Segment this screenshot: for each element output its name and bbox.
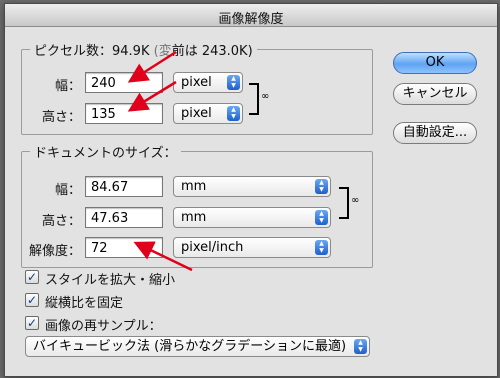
chain-link-icon: ∞ xyxy=(351,195,360,206)
checkmark-icon: ✓ xyxy=(26,316,38,330)
resolution-unit-popup[interactable]: pixel/inch ▲ ▼ xyxy=(173,237,331,258)
doc-width-label: 幅： xyxy=(54,183,81,198)
checkmark-icon: ✓ xyxy=(26,293,38,307)
pixel-width-unit-popup[interactable]: pixel ▲ ▼ xyxy=(173,72,243,93)
popup-arrows-icon: ▲ ▼ xyxy=(227,75,240,90)
pixel-height-unit-text: pixel xyxy=(181,106,212,121)
resample-method-text: バイキュービック法 (滑らかなグラデーションに最適) xyxy=(33,339,347,354)
resolution-label: 解像度： xyxy=(28,244,81,259)
scale-styles-checkbox[interactable]: ✓ xyxy=(25,270,39,284)
doc-width-unit-text: mm xyxy=(181,179,207,194)
pixel-height-label: 高さ： xyxy=(41,110,81,125)
pixel-count-label-covered: (変 xyxy=(153,44,172,59)
doc-height-field[interactable]: 47.63 xyxy=(85,207,163,228)
popup-arrows-icon: ▲ ▼ xyxy=(227,106,240,121)
title-bar: 画像解像度 xyxy=(5,4,497,27)
constrain-proportions-checkbox[interactable]: ✓ xyxy=(25,293,39,307)
pixel-count-label-prefix: ピクセル数：94.9K xyxy=(34,44,150,59)
checkmark-icon: ✓ xyxy=(26,270,38,284)
resample-checkbox[interactable]: ✓ xyxy=(25,316,39,330)
scale-styles-label: スタイルを拡大・縮小 xyxy=(45,273,176,288)
pixel-width-field[interactable]: 240 xyxy=(85,72,163,93)
popup-arrows-icon: ▲ ▼ xyxy=(315,179,328,194)
doc-height-label: 高さ： xyxy=(41,214,81,229)
document-size-label: ドキュメントのサイズ： xyxy=(30,142,181,161)
popup-arrows-icon: ▲ ▼ xyxy=(315,210,328,225)
doc-width-unit-popup[interactable]: mm ▲ ▼ xyxy=(173,176,331,197)
resolution-field[interactable]: 72 xyxy=(85,237,163,258)
doc-width-field[interactable]: 84.67 xyxy=(85,176,163,197)
resolution-unit-text: pixel/inch xyxy=(181,240,244,255)
constrain-proportions-label: 縦横比を固定 xyxy=(45,296,124,311)
cancel-button[interactable]: キャンセル xyxy=(393,83,477,105)
window-title: 画像解像度 xyxy=(218,12,284,27)
pixel-dimensions-label: ピクセル数：94.9K (変前は 243.0K) xyxy=(30,40,257,59)
popup-arrows-icon: ▲ ▼ xyxy=(315,240,328,255)
ok-button[interactable]: OK xyxy=(393,52,477,74)
auto-button[interactable]: 自動設定... xyxy=(393,122,477,144)
resample-method-popup[interactable]: バイキュービック法 (滑らかなグラデーションに最適) ▲ ▼ xyxy=(25,336,370,357)
pixel-width-label: 幅： xyxy=(54,79,81,94)
chain-link-icon: ∞ xyxy=(261,91,270,102)
pixel-height-unit-popup[interactable]: pixel ▲ ▼ xyxy=(173,103,243,124)
doc-height-unit-popup[interactable]: mm ▲ ▼ xyxy=(173,207,331,228)
pixel-count-label-rest: 前は 243.0K) xyxy=(171,44,253,59)
resample-label: 画像の再サンプル： xyxy=(45,319,162,334)
pixel-height-field[interactable]: 135 xyxy=(85,103,163,124)
popup-arrows-icon: ▲ ▼ xyxy=(354,339,367,354)
pixel-width-unit-text: pixel xyxy=(181,75,212,90)
image-size-dialog: 画像解像度 ピクセル数：94.9K (変前は 243.0K) 幅： 240 pi… xyxy=(4,3,498,377)
doc-constrain-bracket xyxy=(339,187,349,219)
doc-height-unit-text: mm xyxy=(181,210,207,225)
pixel-constrain-bracket xyxy=(249,83,259,115)
